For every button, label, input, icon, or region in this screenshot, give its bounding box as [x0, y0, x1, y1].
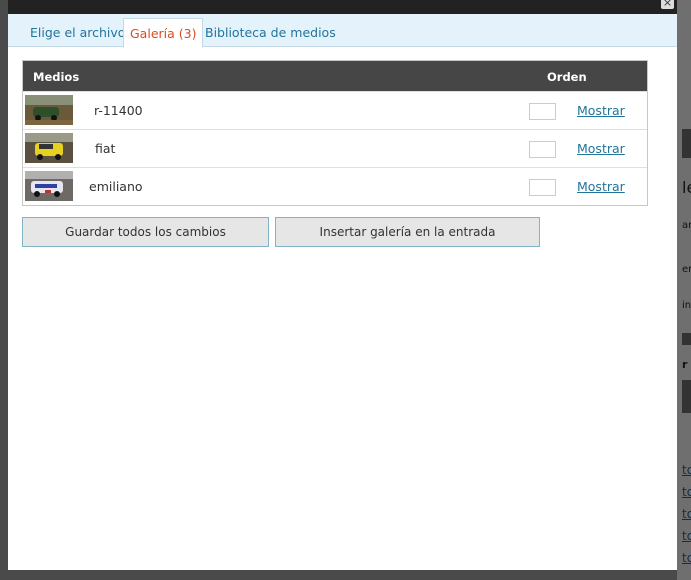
backdrop-text: r — [682, 358, 688, 371]
show-link[interactable]: Mostrar — [577, 179, 625, 194]
table-row: emiliano Mostrar — [23, 167, 647, 205]
backdrop-block — [682, 380, 691, 413]
image-thumbnail — [25, 95, 73, 125]
modal-titlebar: × — [8, 0, 677, 14]
show-link[interactable]: Mostrar — [577, 103, 625, 118]
backdrop-link[interactable]: to — [682, 463, 691, 477]
tab-bar: Elige el archivo Galería (3) Biblioteca … — [8, 14, 677, 48]
header-media: Medios — [33, 70, 80, 84]
backdrop-link[interactable]: to — [682, 529, 691, 543]
file-name: emiliano — [89, 179, 143, 194]
tab-choose-file[interactable]: Elige el archivo — [24, 18, 131, 45]
tab-media-library[interactable]: Biblioteca de medios — [199, 18, 342, 45]
backdrop-text: le — [682, 178, 691, 197]
backdrop-text: ar — [682, 220, 691, 231]
backdrop-block — [682, 129, 691, 158]
tab-gallery[interactable]: Galería (3) — [123, 18, 204, 48]
insert-gallery-button[interactable]: Insertar galería en la entrada — [275, 217, 540, 247]
table-row: r-11400 Mostrar — [23, 91, 647, 129]
order-input[interactable] — [529, 141, 556, 158]
media-modal: × Elige el archivo Galería (3) Bibliotec… — [8, 0, 677, 570]
order-input[interactable] — [529, 179, 556, 196]
save-all-button[interactable]: Guardar todos los cambios — [22, 217, 269, 247]
backdrop-block — [682, 333, 691, 345]
backdrop-text: er — [682, 264, 691, 275]
file-name: fiat — [95, 141, 116, 156]
table-row: fiat Mostrar — [23, 129, 647, 167]
image-thumbnail — [25, 133, 73, 163]
file-name: r-11400 — [94, 103, 143, 118]
image-thumbnail — [25, 171, 73, 201]
table-header: Medios Orden — [23, 61, 647, 91]
backdrop-link[interactable]: to — [682, 551, 691, 565]
header-order: Orden — [547, 70, 587, 84]
backdrop-text: in — [682, 300, 691, 311]
gallery-table: Medios Orden r-11400 Mostrar fiat Mostra… — [22, 60, 648, 206]
backdrop-link[interactable]: to — [682, 507, 691, 521]
backdrop-link[interactable]: to — [682, 485, 691, 499]
order-input[interactable] — [529, 103, 556, 120]
show-link[interactable]: Mostrar — [577, 141, 625, 156]
close-icon[interactable]: × — [661, 0, 674, 9]
